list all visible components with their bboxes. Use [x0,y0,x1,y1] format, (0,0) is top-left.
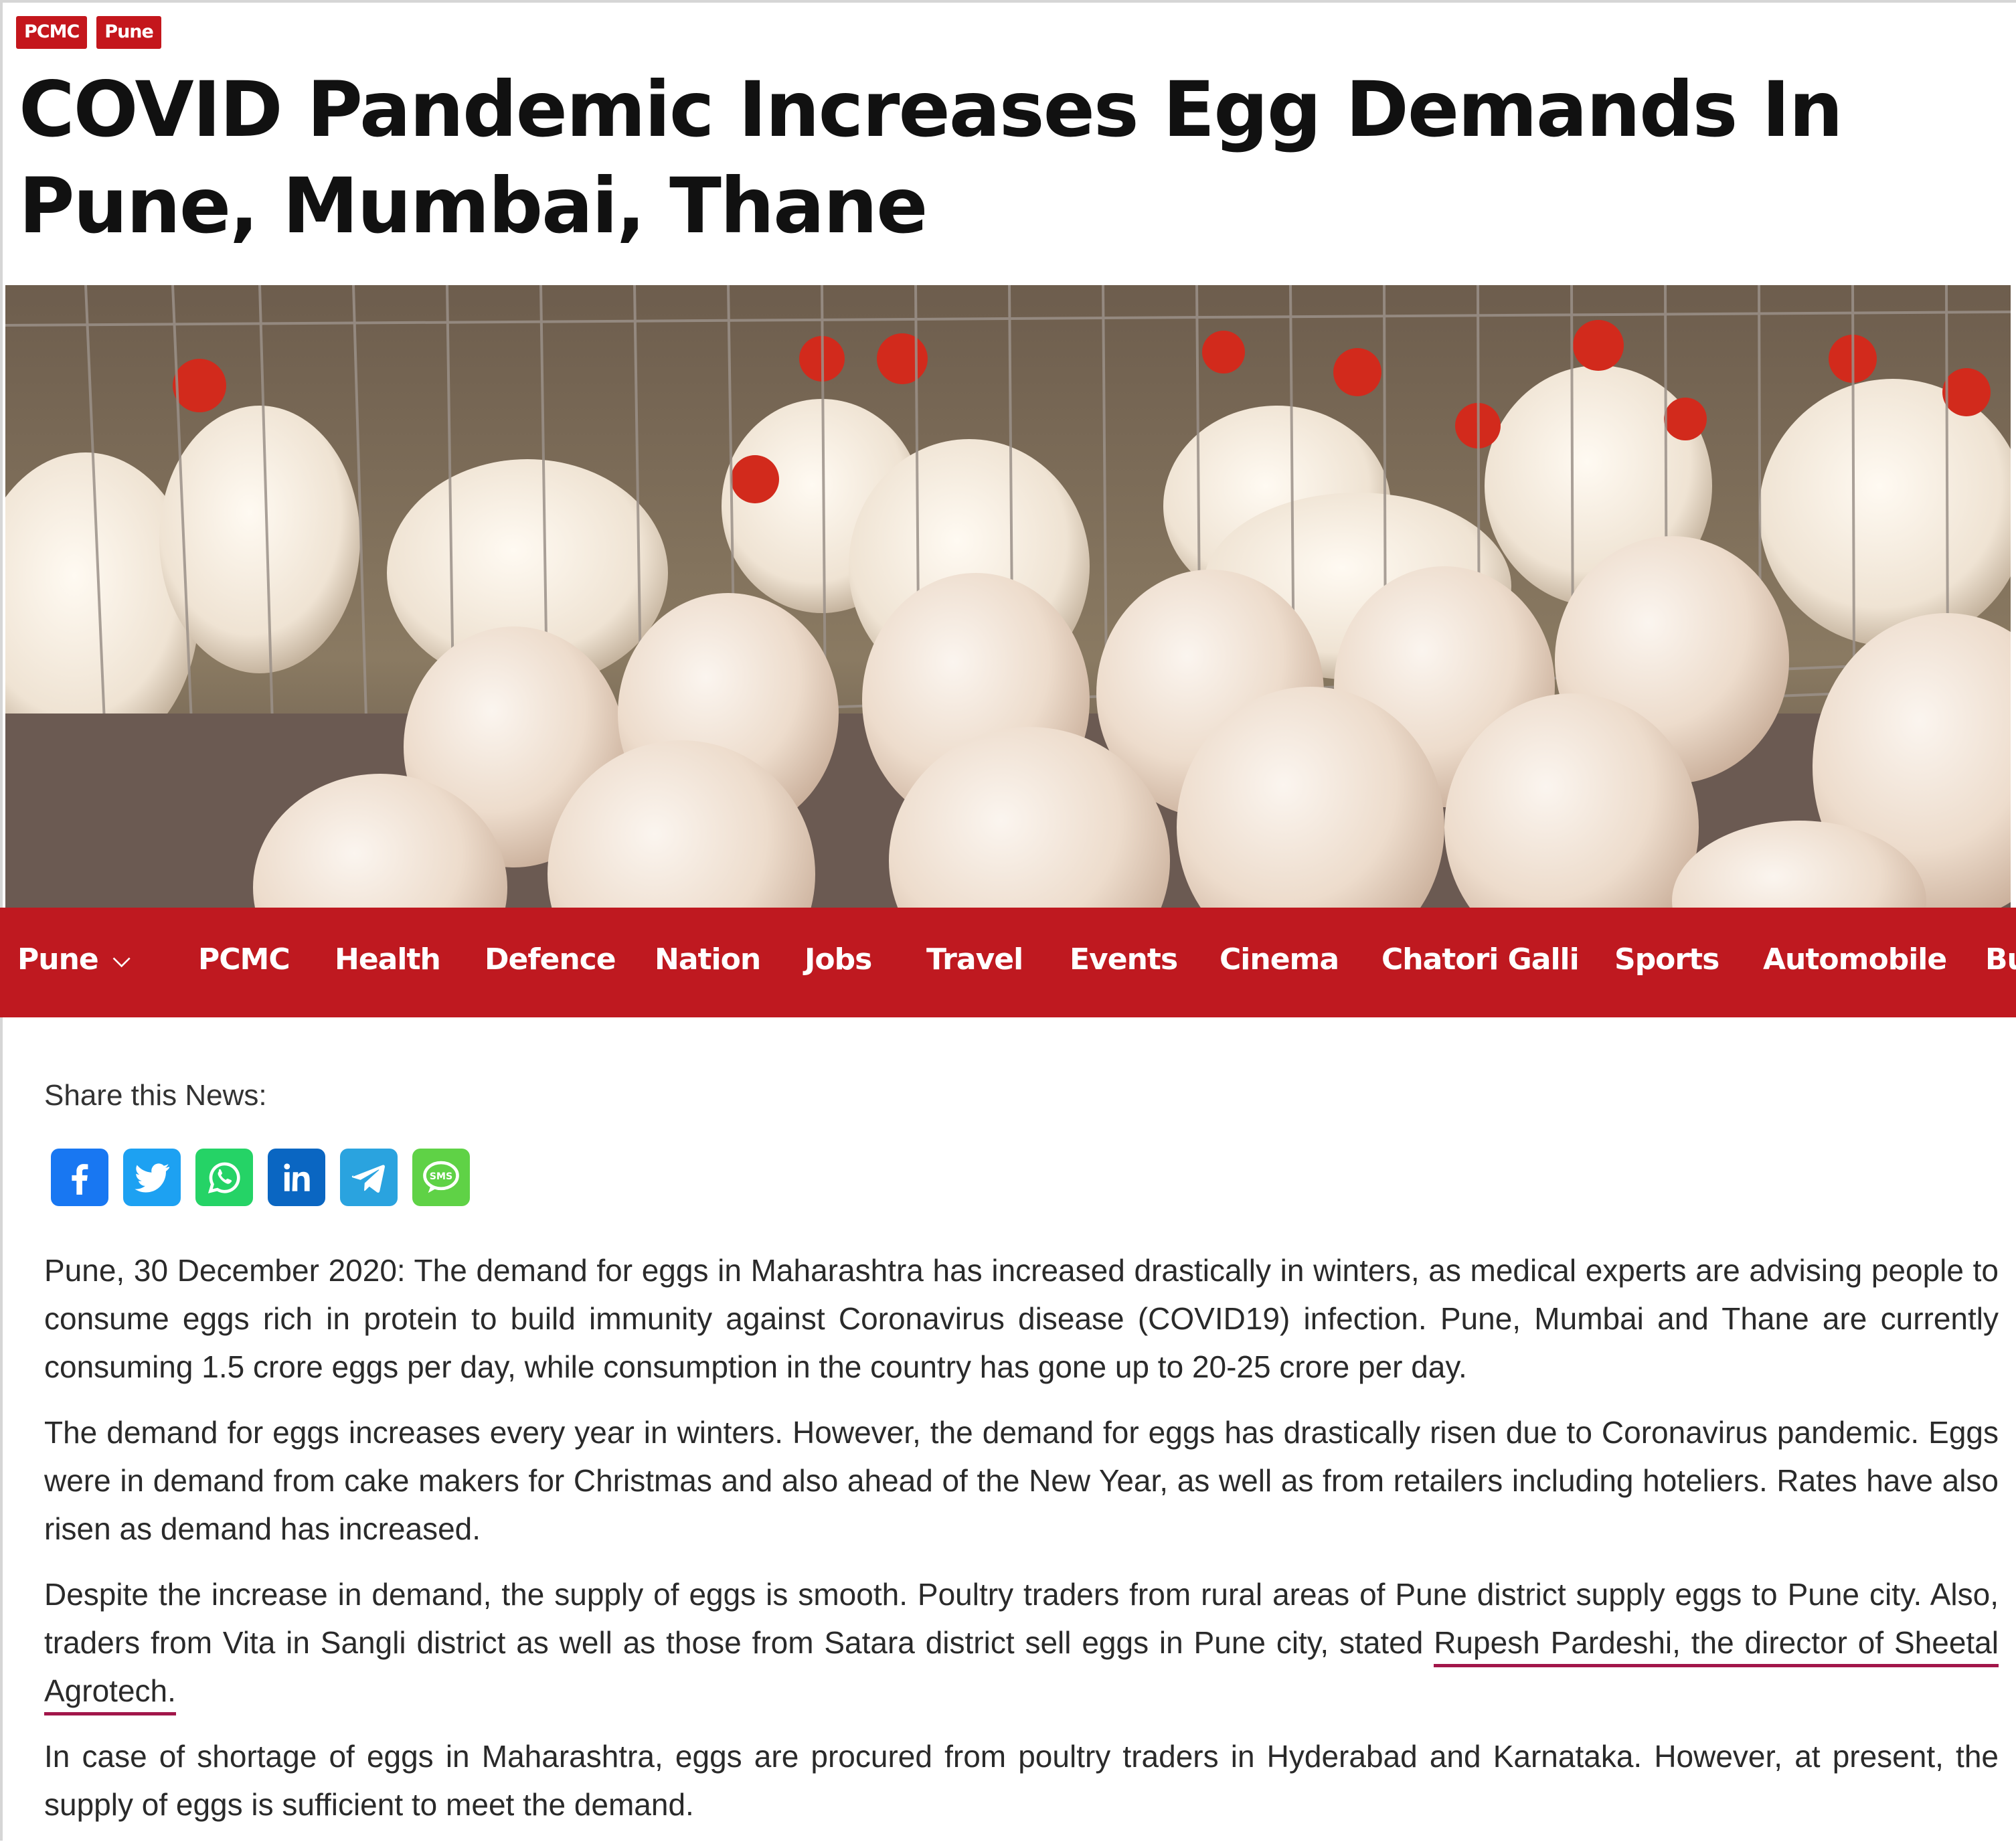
share-buttons: SMS [51,1149,470,1206]
facebook-icon [72,1164,88,1195]
article-paragraph-3: Despite the increase in demand, the supp… [44,1570,1999,1715]
linkedin-share-button[interactable] [268,1149,325,1206]
category-tags: PCMC Pune [16,16,161,49]
nav-item-health[interactable]: Health [335,942,441,977]
tag-pune[interactable]: Pune [96,16,161,49]
main-nav: Pune ⌵ PCMC Health Defence Nation Jobs Tr… [0,908,2016,1017]
article-paragraph-2: The demand for eggs increases every year… [44,1415,1999,1546]
article-paragraph-1: Pune, 30 December 2020: The demand for e… [44,1253,1999,1384]
nav-item-business[interactable]: Bu [1985,942,2016,977]
whatsapp-icon [207,1162,240,1193]
article-paragraph-4: In case of shortage of eggs in Maharasht… [44,1739,1999,1822]
sms-icon: SMS [423,1161,459,1193]
nav-item-cinema[interactable]: Cinema [1220,942,1339,977]
twitter-share-button[interactable] [123,1149,181,1206]
sms-share-button[interactable]: SMS [412,1149,470,1206]
chevron-down-icon: ⌵ [112,946,131,973]
nav-item-label: Pune [17,942,99,977]
nav-item-defence[interactable]: Defence [485,942,616,977]
sms-icon-label: SMS [430,1171,453,1182]
nav-item-nation[interactable]: Nation [655,942,761,977]
whatsapp-share-button[interactable] [195,1149,253,1206]
hero-image [5,285,2011,908]
linkedin-icon [284,1163,310,1191]
telegram-share-button[interactable] [340,1149,398,1206]
telegram-icon [351,1165,385,1193]
nav-item-jobs[interactable]: Jobs [805,942,872,977]
tag-pcmc[interactable]: PCMC [16,16,88,49]
nav-item-automobile[interactable]: Automobile [1763,942,1947,977]
nav-item-pune[interactable]: Pune ⌵ [17,942,131,977]
article-body: Pune, 30 December 2020: The demand for e… [44,1246,1999,1846]
share-label: Share this News: [44,1079,267,1112]
nav-item-sports[interactable]: Sports [1614,942,1719,977]
nav-item-events[interactable]: Events [1070,942,1178,977]
article-headline: COVID Pandemic Increases Egg Demands In … [19,65,1843,250]
twitter-icon [135,1163,170,1193]
nav-item-chatori-galli[interactable]: Chatori Galli [1381,942,1580,977]
nav-item-pcmc[interactable]: PCMC [198,942,290,977]
nav-item-travel[interactable]: Travel [926,942,1023,977]
facebook-share-button[interactable] [51,1149,108,1206]
